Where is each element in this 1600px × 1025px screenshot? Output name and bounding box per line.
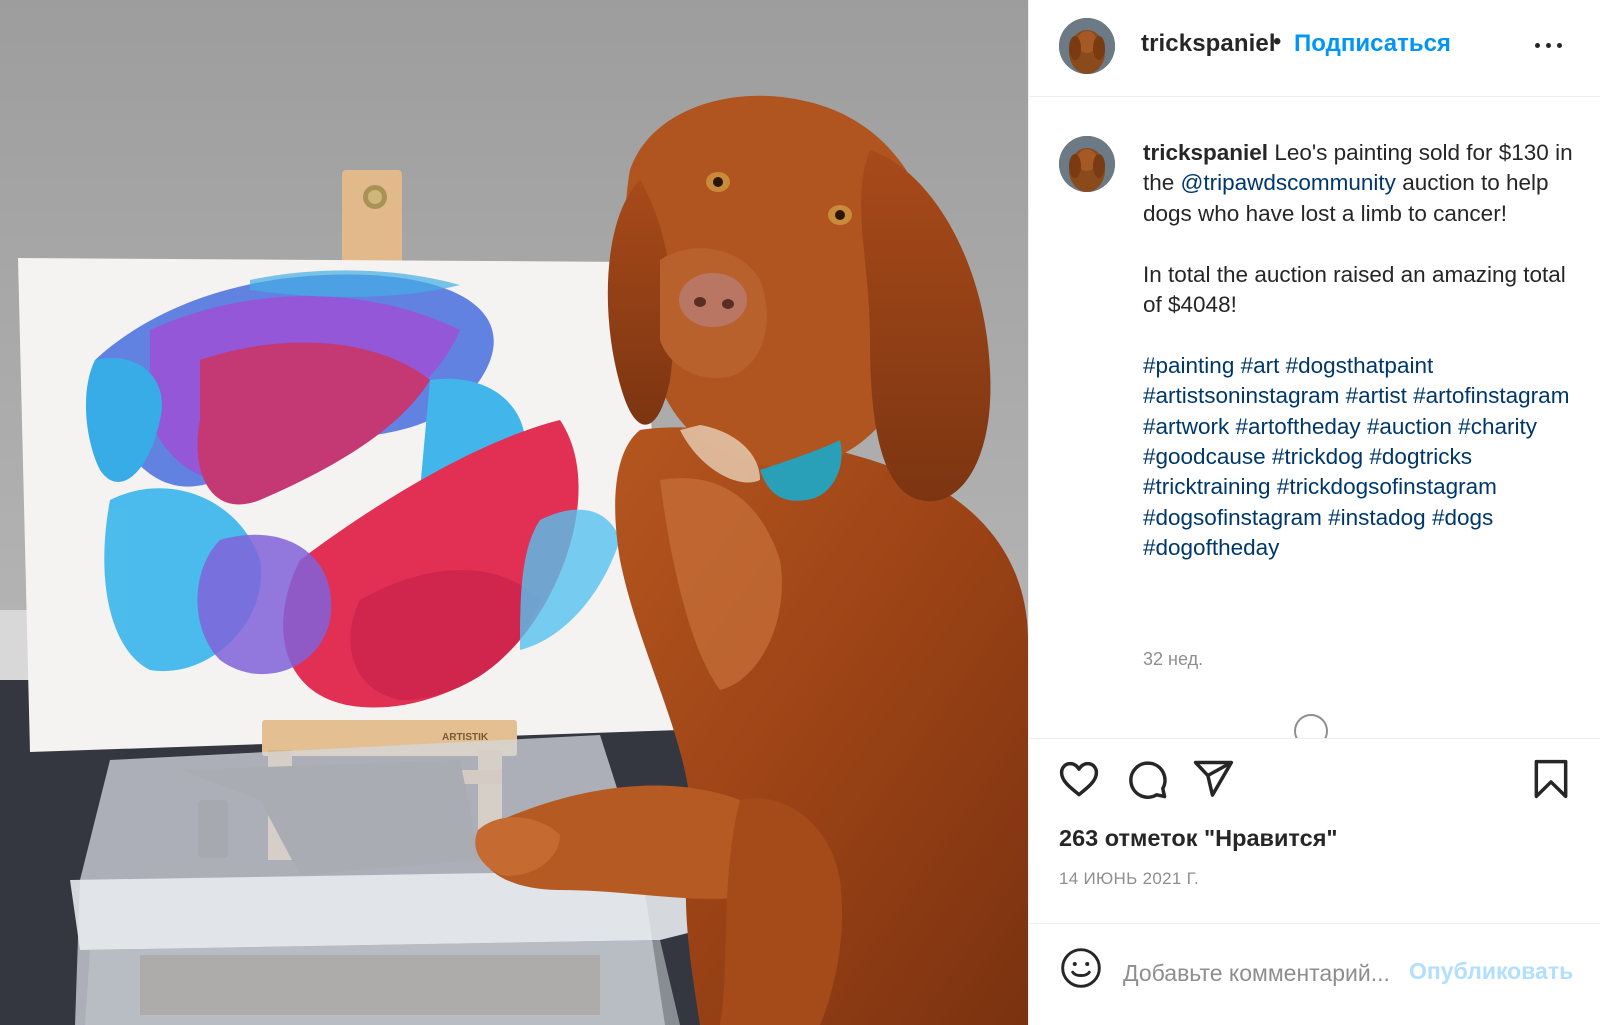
bookmark-icon[interactable] — [1529, 757, 1573, 801]
caption-hashtags[interactable]: #painting #art #dogsthatpaint #artistson… — [1143, 351, 1583, 564]
post-header: trickspaniel • Подписаться — [1029, 0, 1600, 97]
post-author-username[interactable]: trickspaniel — [1141, 30, 1276, 58]
dog-painting-photo: ARTISTIK — [0, 0, 1028, 1025]
caption-paragraph-2: In total the auction raised an amazing t… — [1143, 261, 1566, 318]
caption-mention-link[interactable]: @tripawdscommunity — [1181, 170, 1396, 195]
header-separator: • — [1273, 28, 1282, 55]
post-actions: 263 отметок "Нравится" 14 ИЮНЬ 2021 Г. — [1029, 738, 1600, 923]
caption-avatar[interactable] — [1059, 136, 1115, 192]
smiley-icon[interactable] — [1059, 946, 1103, 990]
post-photo[interactable]: ARTISTIK — [0, 0, 1028, 1025]
instagram-post: ARTISTIK trickspaniel • Подписаться tric… — [0, 0, 1600, 1025]
comment-bar: Опубликовать — [1029, 923, 1600, 1025]
comment-input[interactable] — [1123, 956, 1413, 990]
comment-icon[interactable] — [1125, 757, 1169, 801]
avatar[interactable] — [1059, 18, 1115, 74]
post-caption-area: trickspaniel Leo's painting sold for $13… — [1029, 98, 1600, 738]
heart-icon[interactable] — [1057, 757, 1101, 801]
likes-count[interactable]: 263 отметок "Нравится" — [1059, 825, 1338, 852]
caption-time-ago: 32 нед. — [1143, 649, 1204, 669]
caption-username[interactable]: trickspaniel — [1143, 140, 1268, 165]
post-sidebar: trickspaniel • Подписаться trickspaniel — [1028, 0, 1600, 1025]
caption-text: trickspaniel Leo's painting sold for $13… — [1143, 138, 1583, 564]
follow-button[interactable]: Подписаться — [1294, 30, 1451, 58]
publish-button[interactable]: Опубликовать — [1409, 958, 1573, 985]
post-date[interactable]: 14 ИЮНЬ 2021 Г. — [1059, 869, 1199, 889]
caption-avatar-image — [1059, 136, 1115, 192]
avatar-image — [1059, 18, 1115, 74]
share-icon[interactable] — [1191, 757, 1235, 801]
loading-spinner-icon — [1294, 714, 1328, 738]
more-options-icon[interactable] — [1531, 30, 1567, 60]
